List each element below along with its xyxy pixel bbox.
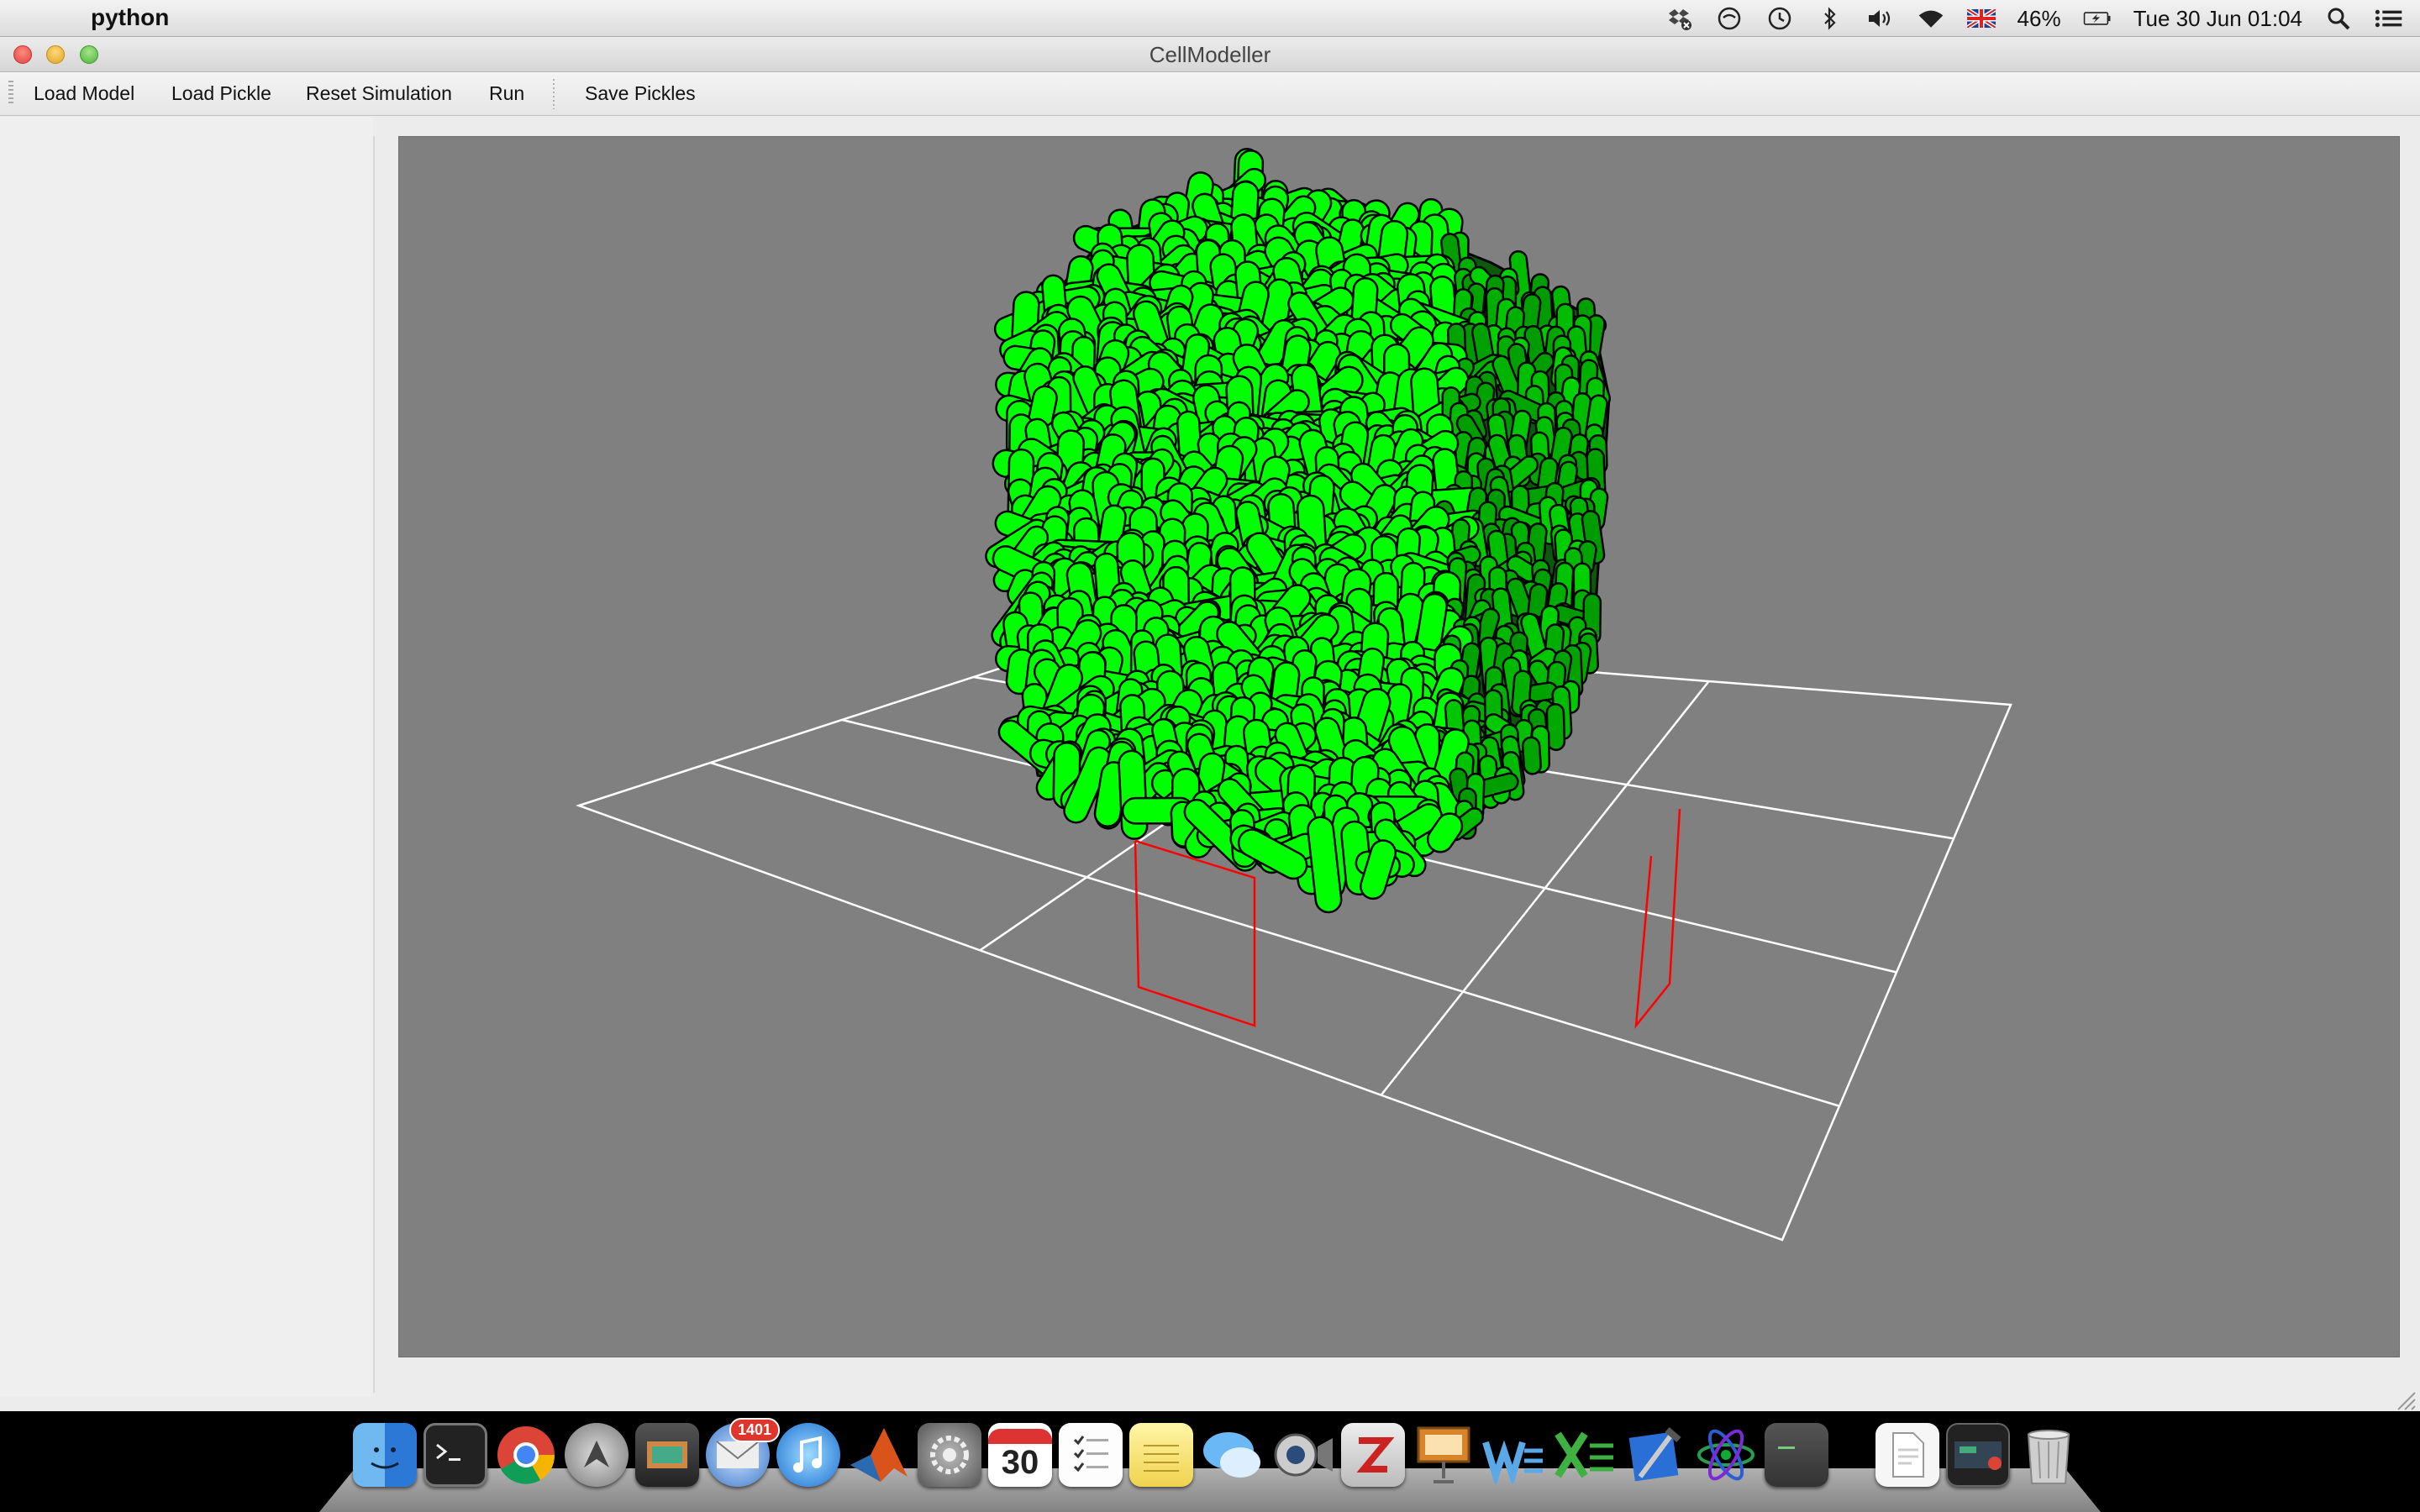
menu-bar: python 46% Tue 30 Jun 01:04 xyxy=(0,0,2420,37)
xcode-icon[interactable] xyxy=(1623,1423,1687,1487)
sync-icon[interactable] xyxy=(1715,4,1744,33)
mail-icon[interactable]: 1401 xyxy=(706,1418,780,1487)
cell-capsules xyxy=(985,148,1611,914)
calendar-icon[interactable]: 30 xyxy=(988,1423,1052,1487)
window-resize-grip-icon[interactable] xyxy=(2395,1389,2417,1411)
reminders-icon[interactable] xyxy=(1059,1423,1123,1487)
cellmodeller-window: CellModeller Load Model Load Pickle Rese… xyxy=(0,37,2420,1411)
volume-icon[interactable] xyxy=(1866,4,1895,33)
bacterial-colony xyxy=(985,148,1611,914)
app-menu-name[interactable]: python xyxy=(91,4,169,31)
finder-icon[interactable] xyxy=(353,1423,417,1487)
notes-icon[interactable] xyxy=(1129,1423,1193,1487)
mail-unread-badge: 1401 xyxy=(729,1418,780,1442)
chrome-icon[interactable] xyxy=(494,1423,558,1487)
launchpad-icon[interactable] xyxy=(565,1423,629,1487)
run-button[interactable]: Run xyxy=(489,82,524,105)
cell-capsule xyxy=(1521,736,1542,775)
bluetooth-icon[interactable] xyxy=(1816,4,1844,33)
time-machine-icon[interactable] xyxy=(1765,4,1794,33)
dock: 1401 30 xyxy=(319,1415,2101,1512)
toolbar-separator xyxy=(553,79,555,109)
window-title: CellModeller xyxy=(1149,42,1271,67)
panel-splitter[interactable] xyxy=(373,136,375,1393)
toolbar: Load Model Load Pickle Reset Simulation … xyxy=(0,72,2420,116)
spotlight-search-icon[interactable] xyxy=(2324,4,2353,33)
calendar-day-number: 30 xyxy=(1001,1443,1039,1481)
excel-icon[interactable] xyxy=(1553,1423,1617,1487)
title-bar[interactable]: CellModeller xyxy=(0,37,2420,72)
matlab-icon[interactable] xyxy=(847,1423,911,1487)
reset-simulation-button[interactable]: Reset Simulation xyxy=(306,82,452,105)
keynote-icon[interactable] xyxy=(1412,1423,1476,1487)
status-tray: 46% Tue 30 Jun 01:04 xyxy=(1665,0,2403,37)
molecule-viewer-icon[interactable] xyxy=(1694,1423,1758,1487)
facetime-icon[interactable] xyxy=(1270,1423,1334,1487)
word-icon[interactable] xyxy=(1482,1423,1546,1487)
itunes-icon[interactable] xyxy=(776,1423,840,1487)
terminal-icon[interactable] xyxy=(424,1423,487,1487)
clock[interactable]: Tue 30 Jun 01:04 xyxy=(2133,6,2302,32)
toolbar-grip-handle[interactable] xyxy=(8,81,13,106)
messages-icon[interactable] xyxy=(1200,1423,1264,1487)
battery-percent[interactable]: 46% xyxy=(2018,6,2061,32)
cell-capsule xyxy=(1118,749,1149,840)
screenshot-stack-icon[interactable] xyxy=(1946,1423,2010,1487)
side-panel xyxy=(0,117,373,1397)
trash-icon[interactable] xyxy=(2017,1423,2081,1487)
notification-center-icon[interactable] xyxy=(2375,4,2403,33)
simulation-3d-viewport[interactable] xyxy=(398,136,2400,1357)
simulation-scene[interactable] xyxy=(399,137,2399,1357)
load-model-button[interactable]: Load Model xyxy=(34,82,134,105)
zotero-icon[interactable] xyxy=(1341,1423,1405,1487)
wifi-icon[interactable] xyxy=(1917,4,1945,33)
pdf-document-icon[interactable] xyxy=(1876,1423,1939,1487)
uk-flag-input-icon[interactable] xyxy=(1966,4,1996,33)
calendar-header xyxy=(988,1428,1052,1444)
red-marker-right xyxy=(1634,808,1681,1030)
console-icon[interactable] xyxy=(1765,1423,1828,1487)
system-preferences-icon[interactable] xyxy=(918,1423,981,1487)
save-pickles-button[interactable]: Save Pickles xyxy=(585,82,696,105)
load-pickle-button[interactable]: Load Pickle xyxy=(171,82,271,105)
battery-icon[interactable] xyxy=(2083,4,2112,33)
image-capture-icon[interactable] xyxy=(635,1423,699,1487)
dropbox-icon[interactable] xyxy=(1665,4,1693,33)
red-marker-left xyxy=(1134,839,1256,1027)
